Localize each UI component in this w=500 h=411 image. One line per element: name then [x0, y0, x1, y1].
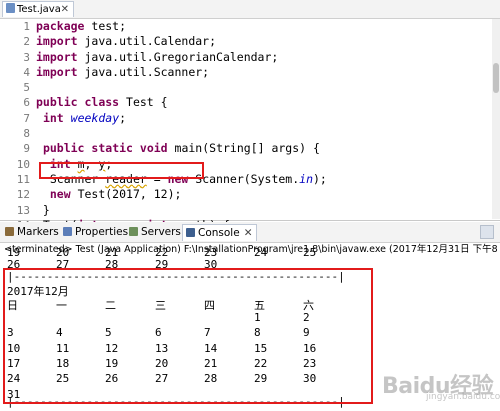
console-status-line: <terminated> Test (Java Application) F:\…: [4, 244, 498, 255]
code-token: test;: [84, 19, 127, 33]
code-area[interactable]: package test; import java.util.Calendar; i…: [36, 19, 327, 233]
code-line: }: [36, 203, 327, 218]
java-file-icon: [6, 3, 15, 13]
code-line: public class Test {: [36, 95, 327, 110]
tab-label: Console: [198, 227, 240, 239]
code-token: Test(2017, 12);: [70, 187, 182, 202]
editor-tab-bar: Test.java ✕: [0, 0, 500, 19]
editor-scrollbar[interactable]: [492, 19, 500, 219]
console-day-cell: 25: [303, 246, 317, 259]
code-token: }: [36, 202, 50, 217]
code-token: import: [36, 49, 78, 64]
highlight-box-calendar: [3, 268, 373, 404]
tab-markers[interactable]: Markers: [2, 224, 62, 241]
markers-icon: [5, 227, 14, 236]
code-line: import java.util.Scanner;: [36, 65, 327, 80]
servers-icon: [129, 227, 138, 236]
line-number: 1: [23, 20, 30, 33]
tab-label: Servers: [141, 226, 181, 238]
code-token: class: [84, 95, 120, 110]
code-token: import: [36, 64, 78, 79]
code-token: import: [36, 34, 78, 49]
code-line: import java.util.GregorianCalendar;: [36, 50, 327, 65]
code-token: Scanner(System.: [188, 171, 300, 186]
line-number: 5: [23, 81, 30, 95]
code-line: int weekday;: [36, 111, 327, 126]
code-token: java.util.Calendar;: [77, 34, 217, 49]
console-icon: [186, 228, 195, 237]
line-number: 9: [23, 142, 30, 156]
code-token: main(String[] args) {: [167, 141, 320, 156]
line-number: 8: [23, 127, 30, 141]
line-number: 12: [16, 188, 30, 202]
code-token: new: [49, 187, 71, 202]
scrollbar-thumb[interactable]: [493, 63, 499, 93]
line-number: 4: [23, 65, 30, 79]
code-line: import java.util.Calendar;: [36, 34, 327, 49]
line-number: 7: [23, 111, 30, 125]
tab-servers[interactable]: Servers: [126, 224, 184, 241]
code-editor[interactable]: Test.java ✕ 1234567891011121314 package …: [0, 0, 500, 232]
code-token: public: [42, 141, 85, 156]
code-token: public: [36, 95, 78, 110]
code-token: void: [139, 141, 168, 156]
code-line: package test;: [36, 19, 327, 34]
code-token: weekday: [70, 110, 120, 125]
code-line: public static void main(String[] args) {: [36, 141, 327, 156]
tab-properties[interactable]: Properties: [60, 224, 131, 241]
editor-tab-label: Test.java: [17, 4, 61, 15]
line-number-gutter: 1234567891011121314: [0, 19, 30, 232]
code-token: package: [36, 19, 85, 33]
line-number: 2: [23, 35, 30, 49]
close-icon[interactable]: ✕: [61, 2, 69, 17]
view-toolbar-icon[interactable]: [480, 225, 494, 239]
code-token: Test {: [119, 95, 168, 110]
line-number: 3: [23, 50, 30, 64]
code-token: );: [313, 171, 327, 186]
highlight-box-new-test: [39, 162, 204, 179]
code-token: java.util.Scanner;: [77, 64, 210, 79]
code-token: int: [42, 110, 64, 125]
code-line: new Test(2017, 12);: [36, 187, 327, 202]
tab-label: Properties: [75, 226, 129, 238]
watermark-url: jingyan.baidu.com: [426, 392, 500, 402]
tab-console[interactable]: Console ✕: [182, 224, 257, 241]
line-number: 10: [16, 157, 30, 171]
views-tab-bar: Markers Properties Servers Console ✕: [0, 222, 500, 243]
watermark: Baidu经验 jingyan.baidu.com: [382, 368, 500, 408]
code-token: static: [91, 141, 133, 156]
line-number: 13: [16, 203, 30, 217]
tab-label: Markers: [17, 226, 59, 238]
code-token: in: [299, 171, 313, 186]
code-token: java.util.GregorianCalendar;: [77, 49, 279, 64]
line-number: 11: [16, 172, 30, 186]
console-day-cell: 24: [254, 246, 268, 259]
code-token: ;: [119, 110, 127, 125]
properties-icon: [63, 227, 72, 236]
close-icon[interactable]: ✕: [244, 227, 253, 239]
line-number: 6: [23, 96, 30, 110]
editor-tab-test-java[interactable]: Test.java ✕: [2, 1, 74, 17]
